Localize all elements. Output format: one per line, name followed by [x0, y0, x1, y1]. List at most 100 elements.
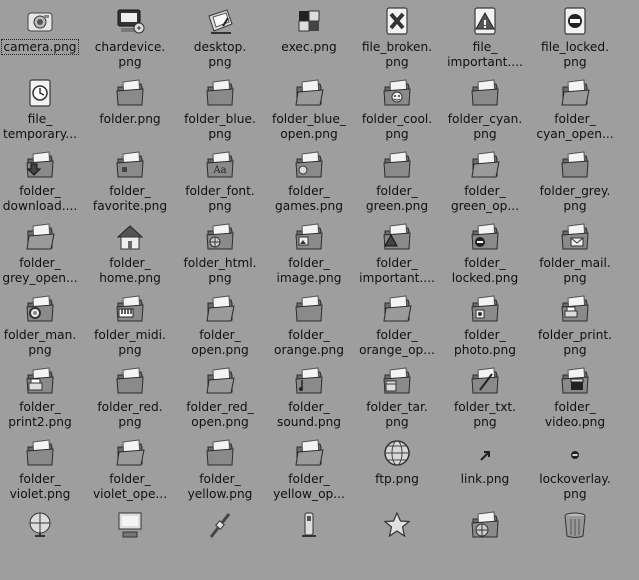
- file-item-label: folder_ download....: [0, 184, 83, 214]
- camera-icon: [25, 6, 55, 36]
- lockoverlay-icon: [560, 438, 590, 468]
- file-item[interactable]: folder_ download....: [0, 148, 83, 220]
- file-item[interactable]: folder_ violet.png: [0, 436, 83, 508]
- file-item[interactable]: folder_ cyan_open...: [532, 76, 618, 148]
- file-item[interactable]: folder_blue_ open.png: [266, 76, 352, 148]
- file-item[interactable]: [0, 508, 83, 580]
- file-item[interactable]: [354, 508, 440, 580]
- file-item[interactable]: link.png: [442, 436, 528, 508]
- file-item-label: folder_html. png: [177, 256, 263, 286]
- file-item[interactable]: folder_html. png: [177, 220, 263, 292]
- file-important-icon: !: [470, 6, 500, 36]
- file-item[interactable]: Aa folder_font. png: [177, 148, 263, 220]
- file-item[interactable]: [266, 508, 352, 580]
- desktop-icon: [205, 6, 235, 36]
- file-item[interactable]: folder_ green_op...: [442, 148, 528, 220]
- folder-html-icon: [205, 222, 235, 252]
- file-item-label-text: file_broken. png: [361, 40, 433, 69]
- folder-video-icon: [560, 366, 590, 396]
- file-item-label-text: folder_blue. png: [184, 112, 256, 141]
- file-item-label-text: folder_ locked.png: [451, 256, 519, 285]
- file-item[interactable]: desktop. png: [177, 4, 263, 76]
- file-item-label: folder_ important....: [354, 256, 440, 286]
- file-item-label: file_ important....: [442, 40, 528, 70]
- file-item[interactable]: folder_ violet_ope...: [87, 436, 173, 508]
- file-item[interactable]: chardevice. png: [87, 4, 173, 76]
- file-item[interactable]: [87, 508, 173, 580]
- file-item-label: file_ temporary...: [0, 112, 83, 142]
- file-item[interactable]: exec.png: [266, 4, 352, 76]
- file-item[interactable]: folder_ grey_open...: [0, 220, 83, 292]
- file-item[interactable]: file_broken. png: [354, 4, 440, 76]
- file-item[interactable]: folder_print. png: [532, 292, 618, 364]
- file-item[interactable]: folder_cool. png: [354, 76, 440, 148]
- file-item-label: folder_grey. png: [532, 184, 618, 214]
- file-item[interactable]: folder_ photo.png: [442, 292, 528, 364]
- file-item[interactable]: folder_ games.png: [266, 148, 352, 220]
- star-icon: [382, 510, 412, 540]
- file-item[interactable]: folder_tar. png: [354, 364, 440, 436]
- folder-print-icon: [560, 294, 590, 324]
- file-item[interactable]: folder_ image.png: [266, 220, 352, 292]
- file-item[interactable]: folder_red_ open.png: [177, 364, 263, 436]
- folder-favorite-icon: [115, 150, 145, 180]
- file-item-label-text: folder_ image.png: [276, 256, 342, 285]
- file-item[interactable]: folder_blue. png: [177, 76, 263, 148]
- file-item[interactable]: folder_grey. png: [532, 148, 618, 220]
- file-item[interactable]: folder_ yellow.png: [177, 436, 263, 508]
- file-item-label: folder_red_ open.png: [177, 400, 263, 430]
- file-item-label: folder_midi. png: [87, 328, 173, 358]
- file-item[interactable]: folder_ orange.png: [266, 292, 352, 364]
- file-item-label: folder_tar. png: [354, 400, 440, 430]
- file-item[interactable]: file_ temporary...: [0, 76, 83, 148]
- file-item-label: folder_ print2.png: [0, 400, 83, 430]
- file-item[interactable]: lockoverlay. png: [532, 436, 618, 508]
- file-item[interactable]: camera.png: [0, 4, 83, 76]
- file-item-label-text: folder_ print2.png: [8, 400, 72, 429]
- file-item-label-text: link.png: [460, 472, 510, 486]
- file-item[interactable]: folder_ orange_op...: [354, 292, 440, 364]
- file-item[interactable]: folder_ open.png: [177, 292, 263, 364]
- file-item-label-text: ftp.png: [375, 472, 419, 486]
- file-item[interactable]: folder_ yellow_op...: [266, 436, 352, 508]
- folder-red-icon: [115, 366, 145, 396]
- file-item[interactable]: folder_txt. png: [442, 364, 528, 436]
- file-item[interactable]: folder_ favorite.png: [87, 148, 173, 220]
- file-item[interactable]: folder_ green.png: [354, 148, 440, 220]
- file-item-label: exec.png: [266, 40, 352, 55]
- file-item-label-text: folder_mail. png: [539, 256, 611, 285]
- file-item[interactable]: folder_ sound.png: [266, 364, 352, 436]
- folder-blue-open-icon: [294, 78, 324, 108]
- file-item[interactable]: folder_ video.png: [532, 364, 618, 436]
- folder-orange-icon: [294, 294, 324, 324]
- file-item-label-text: folder_cool. png: [361, 112, 433, 141]
- file-item[interactable]: folder_ important....: [354, 220, 440, 292]
- file-item[interactable]: folder.png: [87, 76, 173, 148]
- file-item-label: desktop. png: [177, 40, 263, 70]
- file-item[interactable]: folder_ home.png: [87, 220, 173, 292]
- file-item[interactable]: ftp.png: [354, 436, 440, 508]
- folder-games-icon: [294, 150, 324, 180]
- file-item[interactable]: folder_midi. png: [87, 292, 173, 364]
- file-item-label: link.png: [442, 472, 528, 487]
- file-item[interactable]: file_locked. png: [532, 4, 618, 76]
- file-item-label: folder_ yellow.png: [177, 472, 263, 502]
- file-item[interactable]: [442, 508, 528, 580]
- file-item-label-text: folder_ open.png: [191, 328, 249, 357]
- svg-text:!: !: [482, 18, 487, 31]
- folder-green-open-icon: [470, 150, 500, 180]
- file-item[interactable]: folder_ print2.png: [0, 364, 83, 436]
- file-item-label-text: folder_ violet.png: [9, 472, 71, 501]
- file-item[interactable]: [177, 508, 263, 580]
- file-item[interactable]: ! file_ important....: [442, 4, 528, 76]
- file-item-label-text: folder_ video.png: [544, 400, 606, 429]
- file-item[interactable]: folder_red. png: [87, 364, 173, 436]
- folder-orange-open-icon: [382, 294, 412, 324]
- folder-txt-icon: [470, 366, 500, 396]
- file-item[interactable]: folder_cyan. png: [442, 76, 528, 148]
- file-item[interactable]: folder_mail. png: [532, 220, 618, 292]
- file-item[interactable]: folder_ locked.png: [442, 220, 528, 292]
- file-item[interactable]: folder_man. png: [0, 292, 83, 364]
- file-item[interactable]: [532, 508, 618, 580]
- folder-man-icon: [25, 294, 55, 324]
